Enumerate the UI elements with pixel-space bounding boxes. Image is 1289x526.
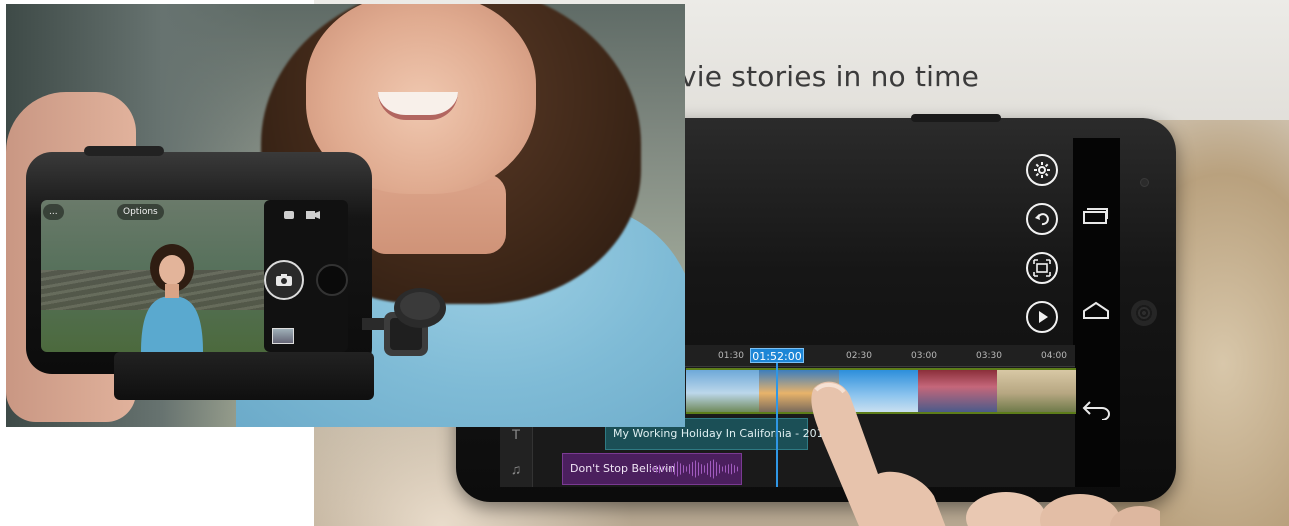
back-button[interactable] [1082, 398, 1112, 425]
playhead-line[interactable] [776, 363, 778, 487]
music-track-icon: ♫ [500, 451, 533, 487]
power-button [911, 114, 1001, 122]
undo-icon [1035, 213, 1049, 226]
rig-top-button [84, 146, 164, 156]
promo-tagline: vie stories in no time [680, 60, 980, 93]
settings-button[interactable] [1026, 154, 1058, 186]
camera-mode-switch[interactable] [282, 208, 322, 222]
ruler-tick: 02:30 [846, 351, 872, 361]
video-icon [306, 211, 320, 219]
settings-icon [1034, 162, 1050, 178]
rig-grip [114, 352, 374, 400]
video-clip[interactable] [686, 370, 759, 412]
undo-button[interactable] [1026, 203, 1058, 235]
attached-microphone [362, 288, 446, 356]
camera-rig: ... Options [26, 146, 374, 400]
video-clip[interactable] [997, 370, 1076, 412]
back-icon [1082, 401, 1110, 421]
subject-person [141, 244, 203, 352]
camera-option-button[interactable]: ... [43, 204, 64, 220]
recent-apps-icon [1083, 208, 1108, 224]
hand-fingers [966, 492, 1160, 526]
shutter-button[interactable] [264, 260, 304, 300]
hero-photo: ... Options [6, 4, 685, 427]
fullscreen-icon [1033, 259, 1051, 277]
home-icon [1083, 301, 1109, 319]
fullscreen-button[interactable] [1026, 252, 1058, 284]
speaker-grille [1131, 300, 1157, 326]
iphone-home-button[interactable] [316, 264, 348, 296]
camera-options-button[interactable]: Options [117, 204, 164, 220]
home-button[interactable] [1082, 301, 1110, 326]
play-button[interactable] [1026, 301, 1058, 333]
camera-viewfinder: ... Options [41, 200, 279, 352]
pointing-finger [811, 381, 946, 526]
playhead-time[interactable]: 01:52:00 [750, 348, 804, 363]
camera-icon [276, 274, 292, 286]
ruler-tick: 03:30 [976, 351, 1002, 361]
ruler-tick: 04:00 [1041, 351, 1067, 361]
front-camera [1140, 178, 1149, 187]
last-photo-thumbnail[interactable] [272, 328, 294, 344]
recent-apps-button[interactable] [1082, 205, 1110, 230]
ruler-tick: 03:00 [911, 351, 937, 361]
play-icon [1039, 311, 1048, 323]
camera-icon [284, 211, 294, 219]
ruler-tick: 01:30 [718, 351, 744, 361]
